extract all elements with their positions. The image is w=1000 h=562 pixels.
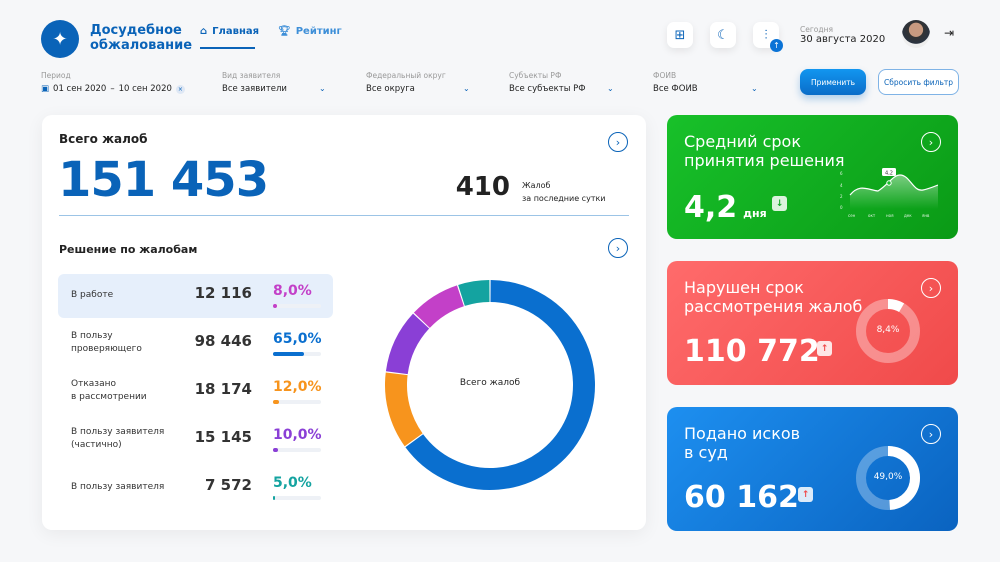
- decision-row-pct: 10,0%: [273, 427, 322, 443]
- decision-row-progress: [273, 400, 321, 404]
- chevron-down-icon[interactable]: ⌄: [607, 84, 614, 93]
- donut-slice: [385, 372, 423, 447]
- y-tick: 0: [840, 205, 843, 210]
- period-picker[interactable]: ▣ 01 сен 2020–10 сен 2020 ×: [41, 84, 185, 94]
- decision-row-label: В пользу проверяющего: [71, 331, 142, 354]
- today-date: 30 августа 2020: [800, 34, 886, 45]
- decision-row-label: В пользу заявителя: [71, 482, 165, 492]
- decision-row-pct: 8,0%: [273, 283, 312, 299]
- nav-home[interactable]: ⌂ Главная: [200, 26, 259, 37]
- violated-pct: 8,4%: [876, 325, 900, 335]
- moon-icon: ☾: [717, 27, 729, 43]
- divider: [59, 215, 629, 216]
- applicant-select[interactable]: Все заявители: [222, 84, 287, 94]
- avg-term-title: Средний срок принятия решения: [684, 132, 845, 170]
- calendar-icon: ▣: [41, 84, 50, 94]
- decision-row-label: В пользу заявителя (частично): [71, 427, 165, 450]
- chevron-right-icon[interactable]: ›: [608, 132, 628, 152]
- foiv-label: ФОИВ: [653, 71, 677, 80]
- decision-row-label: Отказано в рассмотрении: [71, 379, 147, 402]
- chevron-down-icon[interactable]: ⌄: [751, 84, 758, 93]
- structure-button[interactable]: ⊞: [667, 22, 693, 48]
- decision-row-progress: [273, 352, 321, 356]
- x-tick: окт: [868, 213, 876, 218]
- reset-filter-button[interactable]: Сбросить фильтр: [878, 69, 959, 95]
- subjects-select[interactable]: Все субъекты РФ: [509, 84, 586, 94]
- violated-value: 110 772: [684, 334, 820, 369]
- period-label: Период: [41, 71, 71, 80]
- dark-mode-button[interactable]: ☾: [710, 22, 736, 48]
- lawsuits-value: 60 162: [684, 480, 799, 515]
- ring-value: [887, 299, 905, 313]
- decision-row-pct: 12,0%: [273, 379, 322, 395]
- total-value: 151 453: [58, 152, 269, 208]
- clear-icon[interactable]: ×: [175, 84, 185, 94]
- chevron-down-icon[interactable]: ⌄: [463, 84, 470, 93]
- decision-row-progress: [273, 496, 321, 500]
- chevron-right-icon[interactable]: ›: [921, 278, 941, 298]
- donut-slice: [413, 285, 465, 329]
- decision-row-progress: [273, 448, 321, 452]
- x-tick: сен: [848, 213, 856, 218]
- lawsuits-title: Подано исков в суд: [684, 424, 801, 462]
- nav-rating[interactable]: 🏆︎ Рейтинг: [278, 26, 342, 37]
- chevron-down-icon[interactable]: ⌄: [319, 84, 326, 93]
- donut-center-label: Всего жалоб: [459, 378, 521, 388]
- decision-row-value: 98 446: [194, 332, 252, 350]
- day-value: 410: [455, 172, 510, 202]
- decision-row-value: 7 572: [205, 476, 252, 494]
- day-label: Жалоб за последние сутки: [522, 181, 606, 203]
- total-title: Всего жалоб: [59, 132, 148, 146]
- chevron-right-icon[interactable]: ›: [608, 238, 628, 258]
- coat-of-arms-logo: ✦: [41, 20, 79, 58]
- avg-term-mini-chart: 4,2 6 4 2 0 сен окт ноя дек янв: [840, 168, 938, 218]
- y-tick: 6: [840, 171, 843, 176]
- decision-row-label: В работе: [71, 290, 114, 300]
- y-tick: 4: [840, 183, 843, 188]
- district-select[interactable]: Все округа: [366, 84, 415, 94]
- foiv-select[interactable]: Все ФОИВ: [653, 84, 698, 94]
- violated-title: Нарушен срок рассмотрения жалоб: [684, 278, 863, 316]
- chevron-right-icon[interactable]: ›: [921, 424, 941, 444]
- y-tick: 2: [840, 194, 843, 199]
- subjects-label: Субъекты РФ: [509, 71, 562, 80]
- x-tick: ноя: [886, 213, 894, 218]
- chevron-right-icon[interactable]: ›: [921, 132, 941, 152]
- applicant-label: Вид заявителя: [222, 71, 281, 80]
- sliders-icon: ⫶: [764, 27, 768, 43]
- decision-row-value: 15 145: [194, 428, 252, 446]
- brand-title: Досудебное обжалование: [90, 23, 193, 53]
- lawsuits-pct: 49,0%: [873, 472, 903, 482]
- decisions-title: Решение по жалобам: [59, 243, 198, 256]
- logout-icon[interactable]: ⇥: [944, 26, 954, 40]
- arrow-up-icon: ↑: [798, 487, 813, 502]
- apply-button[interactable]: Применить: [800, 69, 866, 95]
- decision-row-progress: [273, 304, 321, 308]
- avg-term-value: 4,2 дня: [684, 190, 767, 225]
- active-tab-underline: [200, 47, 255, 49]
- district-label: Федеральный округ: [366, 71, 446, 80]
- hierarchy-icon: ⊞: [674, 27, 686, 43]
- x-tick: янв: [922, 213, 930, 218]
- arrow-down-icon: ↓: [772, 196, 787, 211]
- arrow-up-icon: ↑: [770, 39, 783, 52]
- avatar[interactable]: [902, 20, 930, 48]
- decision-row-pct: 5,0%: [273, 475, 312, 491]
- x-tick: дек: [904, 213, 912, 218]
- decision-row-pct: 65,0%: [273, 331, 322, 347]
- donut-slice: [458, 280, 490, 307]
- today-label: Сегодня: [800, 25, 833, 34]
- peak-label: 4,2: [885, 171, 893, 177]
- donut-slice: [385, 313, 430, 375]
- home-icon: ⌂: [200, 26, 208, 37]
- decision-row-value: 18 174: [194, 380, 252, 398]
- decision-row-value: 12 116: [194, 284, 252, 302]
- trophy-icon: 🏆︎: [278, 26, 291, 37]
- arrow-up-icon: ↑: [817, 341, 832, 356]
